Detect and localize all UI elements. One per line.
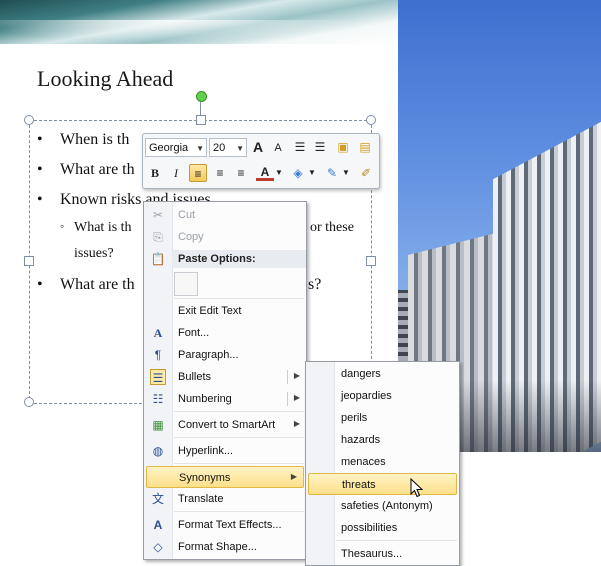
synonym-item[interactable]: possibilities [308, 517, 457, 539]
menu-item-translate[interactable]: 文 Translate [144, 488, 306, 510]
menu-item-convert-smartart[interactable]: ▦ Convert to SmartArt ▶ [144, 414, 306, 436]
font-size-dropdown[interactable]: 20 ▼ [209, 138, 247, 157]
menu-item-paragraph[interactable]: ¶ Paragraph... [144, 344, 306, 366]
arrange-icon[interactable]: ▤ [356, 138, 374, 156]
font-icon: A [153, 326, 163, 340]
sub-bullet-1[interactable]: What is th [74, 220, 132, 236]
resize-handle-tl[interactable] [24, 115, 34, 125]
menu-item-hyperlink[interactable]: ◍ Hyperlink... [144, 440, 306, 462]
chevron-down-icon: ▼ [236, 144, 244, 153]
numbering-icon: ☷ [152, 392, 164, 406]
resize-handle-tr[interactable] [366, 115, 376, 125]
bullets-icon: ☰ [150, 369, 166, 385]
menu-item-synonyms[interactable]: Synonyms ▶ [146, 466, 304, 488]
format-painter-icon[interactable]: ✐ [357, 164, 375, 182]
smartart-icon: ▦ [152, 418, 164, 432]
font-color-button[interactable]: A [256, 163, 274, 181]
bullet-1[interactable]: When is th [60, 131, 129, 149]
menu-item-format-text-effects[interactable]: A Format Text Effects... [144, 514, 306, 536]
menu-item-numbering[interactable]: ☷ Numbering ▶ [144, 388, 306, 410]
translate-icon: 文 [151, 492, 164, 506]
resize-handle-t[interactable] [196, 115, 206, 125]
align-right-button[interactable]: ≡ [232, 164, 250, 182]
text-effects-icon: A [153, 518, 163, 532]
chevron-right-icon: ▶ [290, 472, 297, 481]
slide-banner [0, 0, 398, 46]
chevron-down-icon[interactable]: ▼ [274, 164, 284, 182]
chevron-right-icon: ▶ [293, 419, 300, 428]
mini-toolbar: Georgia ▼ 20 ▼ A A ☰ ☰ ▣ ▤ B I ≡ ≡ ≡ A ▼ ◈… [142, 133, 380, 189]
sub-bullet-1-tail[interactable]: or these [310, 220, 354, 236]
paste-options-header: Paste Options: [172, 250, 306, 268]
mouse-pointer-icon [410, 478, 424, 498]
bold-button[interactable]: B [146, 164, 164, 182]
paragraph-icon: ¶ [154, 348, 162, 362]
synonym-item-highlighted[interactable]: threats [308, 473, 457, 495]
bullet-4-tail[interactable]: s? [308, 276, 321, 294]
scissors-icon: ✂ [152, 208, 164, 222]
sub-bullet-1-line2[interactable]: issues? [74, 246, 114, 262]
shrink-font-button[interactable]: A [269, 139, 287, 157]
synonym-item[interactable]: safeties (Antonym) [308, 495, 457, 517]
chevron-down-icon: ▼ [196, 144, 204, 153]
chevron-right-icon: ▶ [293, 393, 300, 402]
outline-pen-icon[interactable]: ✎ [323, 164, 341, 182]
menu-item-format-shape[interactable]: ◇ Format Shape... [144, 536, 306, 558]
rotate-handle[interactable] [196, 91, 207, 102]
thesaurus-item[interactable]: Thesaurus... [308, 543, 457, 565]
resize-handle-bl[interactable] [24, 397, 34, 407]
align-center-button[interactable]: ≡ [211, 164, 229, 182]
chevron-down-icon[interactable]: ▼ [307, 164, 317, 182]
italic-button[interactable]: I [167, 164, 185, 182]
slide-title[interactable]: Looking Ahead [37, 66, 173, 92]
globe-link-icon: ◍ [152, 444, 164, 458]
synonym-item[interactable]: perils [308, 407, 457, 429]
context-menu: ✂ Cut ⎘ Copy 📋 Paste Options: Exit Edit … [143, 201, 307, 560]
synonym-item[interactable]: menaces [308, 451, 457, 473]
menu-item-font[interactable]: A Font... [144, 322, 306, 344]
copy-icon: ⎘ [153, 230, 163, 244]
bullet-4[interactable]: What are th [60, 276, 135, 294]
synonym-item[interactable]: jeopardies [308, 385, 457, 407]
menu-item-exit-edit-text[interactable]: Exit Edit Text [144, 300, 306, 322]
paste-keep-formatting-icon[interactable] [174, 272, 198, 296]
synonyms-submenu: dangers jeopardies perils hazards menace… [305, 361, 460, 566]
format-shape-icon: ◇ [153, 540, 163, 554]
synonym-item[interactable]: hazards [308, 429, 457, 451]
bullet-2[interactable]: What are th [60, 161, 135, 179]
chevron-down-icon[interactable]: ▼ [341, 164, 351, 182]
increase-indent-icon[interactable]: ☰ [311, 138, 329, 156]
align-left-button[interactable]: ≡ [189, 164, 207, 182]
menu-item-bullets[interactable]: ☰ Bullets ▶ [144, 366, 306, 388]
font-name-dropdown[interactable]: Georgia ▼ [145, 138, 207, 157]
decrease-indent-icon[interactable]: ☰ [291, 138, 309, 156]
resize-handle-r[interactable] [366, 256, 376, 266]
synonym-item[interactable]: dangers [308, 363, 457, 385]
fill-bucket-icon[interactable]: ◈ [289, 164, 307, 182]
grow-font-button[interactable]: A [249, 138, 267, 156]
menu-item-copy[interactable]: ⎘ Copy [144, 226, 306, 248]
menu-item-cut[interactable]: ✂ Cut [144, 204, 306, 226]
resize-handle-l[interactable] [24, 256, 34, 266]
chevron-right-icon: ▶ [293, 371, 300, 380]
shape-fill-icon[interactable]: ▣ [334, 138, 352, 156]
